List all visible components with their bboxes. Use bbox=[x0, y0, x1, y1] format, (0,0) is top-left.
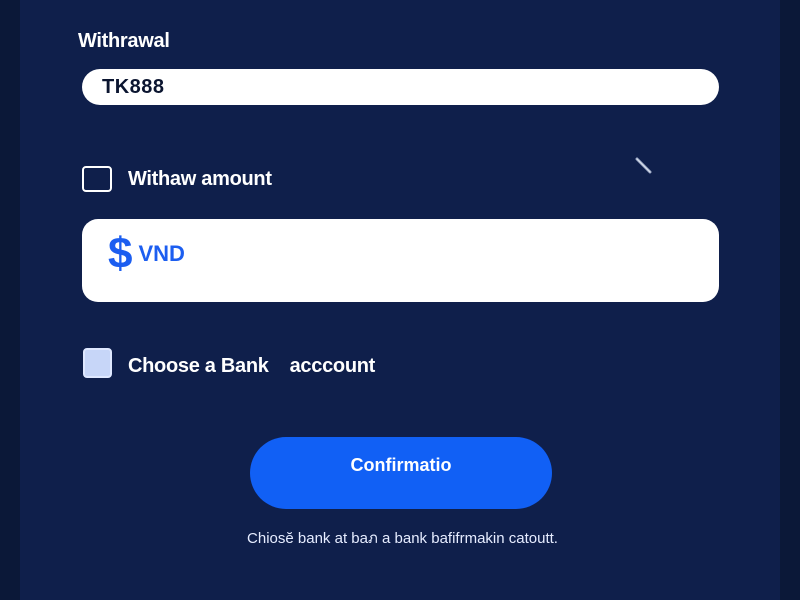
confirm-button[interactable]: Confirmatio bbox=[250, 437, 552, 509]
withdraw-amount-checkbox[interactable] bbox=[82, 166, 112, 192]
confirm-button-label: Confirmatio bbox=[350, 454, 452, 475]
right-edge bbox=[780, 0, 800, 600]
currency-label: VND bbox=[138, 240, 185, 266]
bank-account-checkbox[interactable] bbox=[83, 348, 112, 378]
dollar-icon: $ bbox=[108, 228, 133, 278]
pencil-icon[interactable] bbox=[634, 155, 654, 175]
bank-account-label: Choose a Bank acccount bbox=[128, 355, 376, 377]
account-value: TK888 bbox=[102, 75, 165, 98]
amount-input[interactable]: $ VND bbox=[82, 219, 719, 302]
page-title: Withrawal bbox=[78, 30, 170, 52]
footnote-text: Chiosĕ bank at baภ a bank bafifrmakin ca… bbox=[247, 530, 558, 547]
left-edge bbox=[0, 0, 20, 600]
withdraw-amount-label: Withaw amount bbox=[128, 168, 272, 190]
account-input[interactable]: TK888 bbox=[82, 69, 719, 105]
